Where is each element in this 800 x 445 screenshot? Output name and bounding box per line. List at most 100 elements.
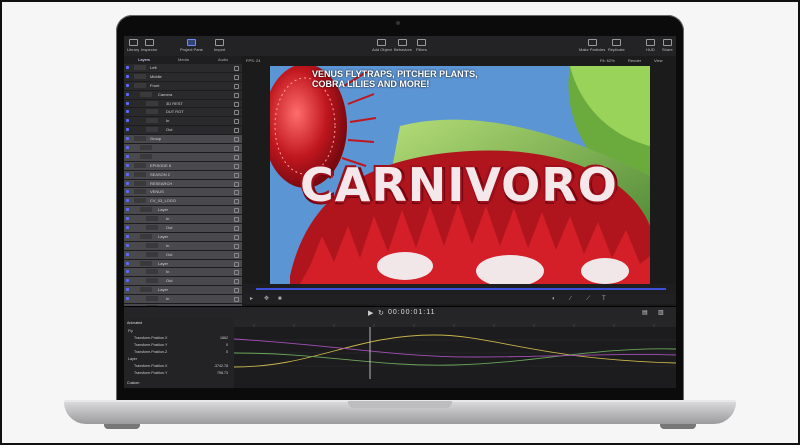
import-button[interactable]: Import xyxy=(214,39,225,52)
keyframe-param-row[interactable]: Fly xyxy=(124,328,234,334)
lock-icon[interactable] xyxy=(234,146,239,152)
lock-icon[interactable] xyxy=(234,199,239,205)
layer-visibility-checkbox[interactable] xyxy=(126,66,129,69)
zoom-menu[interactable]: Fit: 62% xyxy=(600,58,615,63)
layer-visibility-checkbox[interactable] xyxy=(126,101,129,105)
mask-tool-icon[interactable]: ◐ xyxy=(552,296,558,302)
layer-visibility-checkbox[interactable] xyxy=(126,234,129,238)
behaviors-button[interactable]: Behaviors xyxy=(394,39,412,52)
param-value[interactable]: 0 xyxy=(226,342,228,348)
custom-menu[interactable]: Custom xyxy=(124,380,237,386)
lock-icon[interactable] xyxy=(234,297,239,303)
layer-row[interactable]: Layer xyxy=(124,206,242,216)
layer-visibility-checkbox[interactable] xyxy=(126,226,129,230)
layer-visibility-checkbox[interactable] xyxy=(126,83,129,87)
layer-row[interactable]: RESEARCH xyxy=(124,179,242,189)
layer-visibility-checkbox[interactable] xyxy=(126,288,129,292)
lock-icon[interactable] xyxy=(234,181,239,187)
layer-row[interactable]: In xyxy=(124,241,242,251)
lock-icon[interactable] xyxy=(234,154,239,160)
lock-icon[interactable] xyxy=(234,110,239,116)
layer-row[interactable]: EPISODE 6 xyxy=(124,161,242,171)
play-button[interactable]: ▶ xyxy=(368,309,373,317)
param-value[interactable]: -3742.78 xyxy=(214,363,228,369)
layer-visibility-checkbox[interactable] xyxy=(126,92,129,96)
shape-tool-icon[interactable]: ■ xyxy=(278,296,284,302)
layer-visibility-checkbox[interactable] xyxy=(126,208,129,212)
layer-row[interactable]: Middle xyxy=(124,73,242,82)
tab-layers[interactable]: Layers xyxy=(138,57,150,62)
project-pane-button[interactable]: Project Pane xyxy=(180,39,203,52)
layer-row[interactable]: VENUS xyxy=(124,188,242,198)
layer-visibility-checkbox[interactable] xyxy=(126,110,129,114)
layer-row[interactable]: Out xyxy=(124,277,242,287)
layer-row[interactable]: Left xyxy=(124,64,242,73)
replicate-button[interactable]: Replicate xyxy=(608,39,625,52)
view-menu[interactable]: View xyxy=(654,58,663,63)
lock-icon[interactable] xyxy=(234,92,239,98)
layer-row[interactable]: CV_03_LOGO xyxy=(124,197,242,207)
layer-visibility-checkbox[interactable] xyxy=(126,172,129,176)
layer-visibility-checkbox[interactable] xyxy=(126,279,129,283)
lock-icon[interactable] xyxy=(234,128,239,134)
lock-icon[interactable] xyxy=(234,270,239,276)
keyframe-graph[interactable] xyxy=(233,327,676,379)
layer-row[interactable]: Layer xyxy=(124,259,242,269)
layer-row[interactable]: SEASON 2 xyxy=(124,170,242,180)
keyframe-filter[interactable]: Animated xyxy=(124,320,237,326)
filters-button[interactable]: Filters xyxy=(416,39,427,52)
lock-icon[interactable] xyxy=(234,279,239,285)
library-button[interactable]: Library xyxy=(127,39,139,52)
lock-icon[interactable] xyxy=(234,252,239,258)
param-value[interactable]: 0 xyxy=(226,349,228,355)
lock-icon[interactable] xyxy=(234,74,239,80)
lock-icon[interactable] xyxy=(234,137,239,143)
lock-icon[interactable] xyxy=(234,234,239,240)
layer-row[interactable]: Layer xyxy=(124,286,242,296)
layer-visibility-checkbox[interactable] xyxy=(126,252,129,256)
layer-visibility-checkbox[interactable] xyxy=(126,190,129,194)
select-tool-icon[interactable]: ▸ xyxy=(250,296,256,302)
layer-visibility-checkbox[interactable] xyxy=(126,146,129,150)
layer-visibility-checkbox[interactable] xyxy=(126,217,129,221)
layer-row[interactable] xyxy=(124,144,242,153)
pan-tool-icon[interactable]: ✥ xyxy=(264,296,270,302)
layer-row[interactable]: Out xyxy=(124,250,242,260)
layer-row[interactable]: Out xyxy=(124,126,242,136)
lock-icon[interactable] xyxy=(234,83,239,89)
mini-timeline[interactable] xyxy=(242,284,676,294)
keyframe-param-row[interactable]: Transform.Position.Z 0 xyxy=(124,349,234,355)
add-object-button[interactable]: Add Object xyxy=(372,39,392,52)
lock-icon[interactable] xyxy=(234,101,239,107)
lock-icon[interactable] xyxy=(234,217,239,223)
render-menu[interactable]: Render xyxy=(628,58,641,63)
layer-row[interactable]: Camera xyxy=(124,91,242,100)
param-value[interactable]: 1862 xyxy=(220,335,228,341)
keyframe-param-row[interactable]: Transform.Position.X 1862 xyxy=(124,335,234,341)
share-button[interactable]: Share xyxy=(662,39,673,52)
lock-icon[interactable] xyxy=(234,208,239,214)
loop-icon[interactable]: ↻ xyxy=(378,309,384,317)
layer-visibility-checkbox[interactable] xyxy=(126,199,129,203)
layer-row[interactable]: 3D REST xyxy=(124,100,242,109)
layer-row[interactable]: Out xyxy=(124,224,242,233)
audio-toggle-icon[interactable]: ▥ xyxy=(658,309,664,316)
layer-visibility-checkbox[interactable] xyxy=(126,154,129,158)
layer-row[interactable]: In xyxy=(124,215,242,225)
layer-visibility-checkbox[interactable] xyxy=(126,119,129,123)
keyframe-param-row[interactable]: Transform.Position.Y 798.73 xyxy=(124,370,234,376)
paint-tool-icon[interactable]: ⟋ xyxy=(586,296,592,302)
layer-row[interactable]: In xyxy=(124,268,242,278)
lock-icon[interactable] xyxy=(234,288,239,294)
lock-icon[interactable] xyxy=(234,243,239,249)
layer-row[interactable]: In xyxy=(124,295,242,305)
layer-visibility-checkbox[interactable] xyxy=(126,128,129,132)
layer-visibility-checkbox[interactable] xyxy=(126,74,129,78)
layer-visibility-checkbox[interactable] xyxy=(126,297,129,301)
time-ruler[interactable] xyxy=(234,319,676,327)
pen-tool-icon[interactable]: ∕ xyxy=(570,296,576,302)
lock-icon[interactable] xyxy=(234,119,239,125)
layer-visibility-checkbox[interactable] xyxy=(126,243,129,247)
layer-row[interactable]: In xyxy=(124,117,242,127)
layer-row[interactable]: DUT ROT xyxy=(124,108,242,118)
